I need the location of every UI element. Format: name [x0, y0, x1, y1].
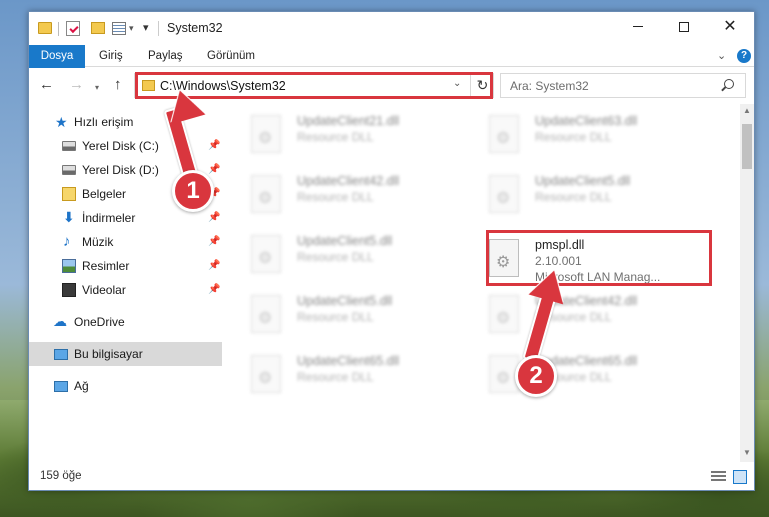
close-icon: ✕ [723, 18, 737, 35]
pin-icon[interactable]: 📌 [208, 260, 220, 271]
sidebar-item-pictures[interactable]: Resimler 📌 [29, 254, 222, 278]
new-folder-icon[interactable] [91, 22, 105, 34]
sidebar-item-network[interactable]: Ağ [29, 374, 222, 398]
dll-file-icon [251, 175, 281, 213]
dll-file-icon [489, 175, 519, 213]
maximize-icon [679, 21, 689, 32]
onedrive-icon: ☁ [53, 313, 67, 329]
file-item[interactable]: UpdateClient65.dll Resource DLL [463, 344, 693, 400]
tab-view[interactable]: Görünüm [197, 45, 265, 67]
title-divider [158, 21, 159, 36]
close-button[interactable]: ✕ [707, 12, 753, 42]
computer-icon [54, 349, 68, 360]
forward-arrow-icon[interactable]: → [69, 77, 84, 93]
network-icon [54, 381, 68, 392]
minimize-icon [633, 26, 643, 28]
back-arrow-icon[interactable]: ← [39, 77, 54, 93]
dll-file-icon [489, 115, 519, 153]
sidebar-item-onedrive[interactable]: ☁ OneDrive [29, 310, 222, 334]
pin-icon[interactable]: 📌 [208, 212, 220, 223]
videos-icon [62, 283, 76, 297]
folder-icon [38, 22, 52, 34]
recent-locations-icon[interactable]: ▾ [95, 80, 99, 96]
pictures-icon [62, 259, 76, 273]
window-title: System32 [167, 21, 223, 35]
search-box[interactable]: Ara: System32 [500, 73, 746, 98]
disk-icon [62, 165, 76, 175]
item-count: 159 öğe [40, 470, 82, 482]
star-icon: ★ [55, 114, 68, 130]
music-icon: ♪ [63, 233, 71, 250]
vertical-scrollbar[interactable]: ▲ ▼ [740, 104, 754, 462]
sidebar-item-music[interactable]: ♪ Müzik 📌 [29, 230, 222, 254]
sidebar-item-this-pc[interactable]: Bu bilgisayar [29, 342, 222, 366]
file-item[interactable]: UpdateClient21.dll Resource DLL [225, 104, 455, 160]
minimize-button[interactable] [615, 12, 661, 42]
expand-ribbon-icon[interactable]: ⌄ [717, 49, 726, 62]
scroll-up-icon[interactable]: ▲ [743, 106, 751, 115]
dll-file-icon [251, 295, 281, 333]
pin-icon[interactable]: 📌 [208, 236, 220, 247]
view-icon[interactable] [112, 22, 126, 35]
search-icon[interactable] [724, 79, 734, 89]
dll-file-icon [251, 355, 281, 393]
file-item[interactable]: UpdateClient42.dll Resource DLL [225, 164, 455, 220]
file-highlight-box [486, 230, 712, 286]
dll-file-icon [251, 115, 281, 153]
file-item[interactable]: UpdateClient42.dll Resource DLL [463, 284, 693, 340]
sidebar-item-videos[interactable]: Videolar 📌 [29, 278, 222, 302]
properties-icon[interactable] [66, 21, 80, 36]
download-icon: ⬇ [63, 209, 75, 225]
scroll-down-icon[interactable]: ▼ [743, 448, 751, 457]
search-placeholder[interactable]: Ara: System32 [510, 79, 589, 93]
file-item[interactable]: UpdateClient5.dll Resource DLL [463, 164, 693, 220]
up-arrow-icon[interactable]: ↑ [114, 77, 122, 93]
title-bar: ▾ ▾ System32 ✕ [29, 12, 754, 45]
step-badge-2: 2 [515, 355, 557, 397]
disk-icon [62, 141, 76, 151]
maximize-button[interactable] [661, 12, 707, 42]
pin-icon[interactable]: 📌 [208, 284, 220, 295]
pin-icon[interactable]: 📌 [208, 140, 220, 151]
sidebar-item-local-disk-c[interactable]: Yerel Disk (C:) 📌 [29, 134, 222, 158]
large-icons-view-icon[interactable] [733, 470, 747, 484]
dll-file-icon [251, 235, 281, 273]
ribbon-tabs: Dosya Giriş Paylaş Görünüm ⌄ ? [29, 45, 754, 101]
customize-toolbar-icon[interactable]: ▾ [143, 21, 149, 34]
help-icon[interactable]: ? [737, 49, 751, 63]
quick-access-divider [58, 22, 59, 36]
pin-icon[interactable]: 📌 [208, 164, 220, 175]
file-item[interactable]: UpdateClient63.dll Resource DLL [463, 104, 693, 160]
step-badge-1: 1 [172, 170, 214, 212]
scrollbar-thumb[interactable] [742, 124, 752, 169]
file-item[interactable]: UpdateClient5.dll Resource DLL [225, 224, 455, 280]
chevron-down-icon[interactable]: ▾ [129, 23, 134, 34]
file-explorer-window: ▾ ▾ System32 ✕ Dosya Giriş Paylaş Görünü… [28, 11, 755, 491]
details-view-icon[interactable] [711, 471, 726, 483]
status-bar: 159 öğe [29, 464, 754, 490]
tab-home[interactable]: Giriş [89, 45, 133, 67]
file-item[interactable]: UpdateClient65.dll Resource DLL [225, 344, 455, 400]
tab-share[interactable]: Paylaş [138, 45, 193, 67]
documents-icon [62, 187, 76, 201]
dll-file-icon [489, 295, 519, 333]
file-item[interactable]: UpdateClient5.dll Resource DLL [225, 284, 455, 340]
